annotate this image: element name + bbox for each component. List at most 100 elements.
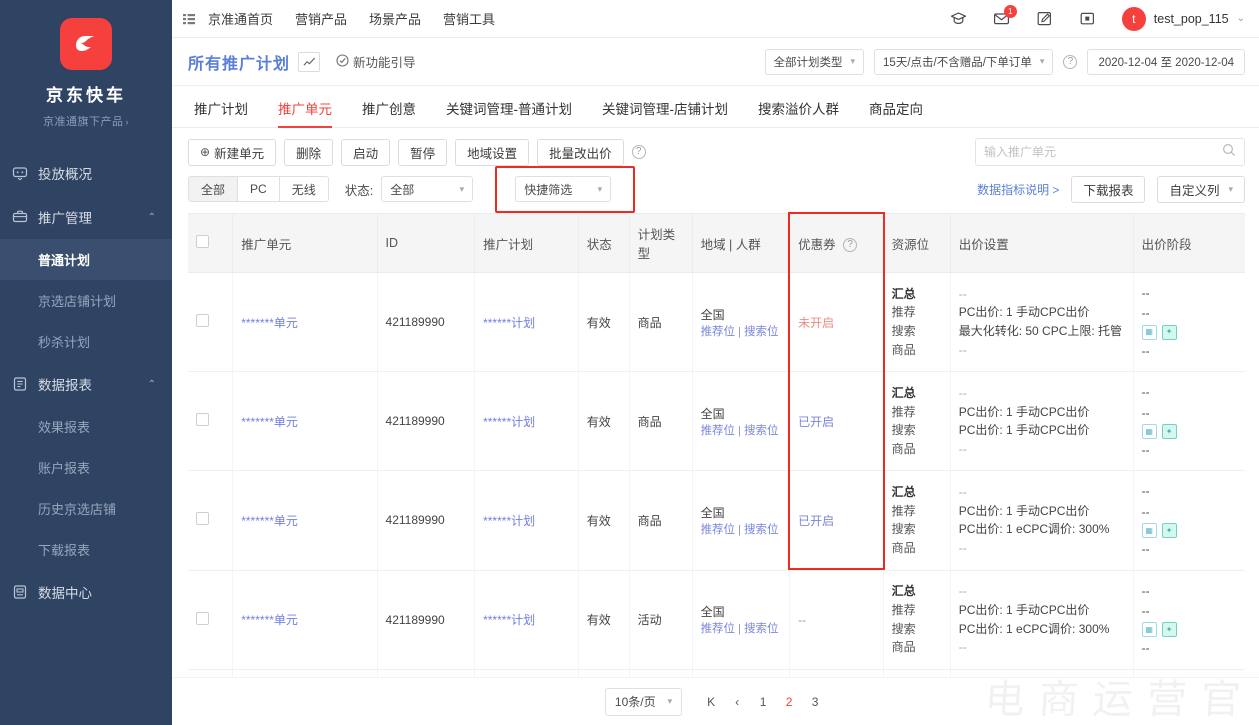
- bid-recommend[interactable]: PC出价: 1 手动CPC出价: [959, 303, 1125, 322]
- board-icon[interactable]: [1079, 10, 1096, 27]
- batch-bid-button[interactable]: 批量改出价: [537, 138, 624, 166]
- row-checkbox[interactable]: [196, 512, 209, 526]
- unit-link[interactable]: *******单元: [241, 613, 298, 627]
- region-search-link[interactable]: 搜索位: [744, 425, 779, 437]
- sidebar-item-effect-report[interactable]: 效果报表: [0, 406, 172, 447]
- segment-wireless[interactable]: 无线: [279, 176, 329, 202]
- tab-promotion-unit[interactable]: 推广单元: [278, 98, 332, 128]
- new-unit-button[interactable]: ⊕ 新建单元: [188, 138, 277, 166]
- bid-search[interactable]: PC出价: 1 eCPC调价: 300%: [959, 620, 1125, 639]
- status-filter-select[interactable]: 全部 ▾: [381, 176, 474, 202]
- coupon-status[interactable]: 已开启: [798, 415, 834, 429]
- sidebar-item-promotion-management[interactable]: 推广管理 ⌃: [0, 195, 172, 239]
- refresh-mini-icon[interactable]: ✦: [1161, 622, 1177, 638]
- coupon-status[interactable]: 未开启: [798, 316, 834, 330]
- graduation-cap-icon[interactable]: [950, 10, 967, 27]
- region-settings-button[interactable]: 地域设置: [455, 138, 530, 166]
- page-button-2[interactable]: 2: [778, 690, 800, 714]
- first-page-button[interactable]: K: [700, 690, 722, 714]
- plan-link[interactable]: ******计划: [483, 514, 535, 528]
- region-recommend-link[interactable]: 推荐位: [701, 425, 736, 437]
- search-unit-box[interactable]: [975, 138, 1245, 166]
- bid-search[interactable]: PC出价: 1 手动CPC出价: [959, 421, 1125, 440]
- pause-mini-icon[interactable]: ▦: [1141, 324, 1157, 340]
- list-menu-icon[interactable]: [182, 12, 196, 26]
- question-mark-icon[interactable]: ?: [1063, 54, 1078, 69]
- search-input[interactable]: [984, 145, 1222, 159]
- page-button-1[interactable]: 1: [752, 690, 774, 714]
- plan-link[interactable]: ******计划: [483, 613, 535, 627]
- sidebar-item-jingxuan-shop-plan[interactable]: 京选店铺计划: [0, 280, 172, 321]
- unit-link[interactable]: *******单元: [241, 514, 298, 528]
- segment-all[interactable]: 全部: [188, 176, 239, 202]
- start-button[interactable]: 启动: [341, 138, 391, 166]
- bid-recommend[interactable]: PC出价: 1 手动CPC出价: [959, 601, 1125, 620]
- pause-mini-icon[interactable]: ▦: [1141, 523, 1157, 539]
- tab-search-premium-audience[interactable]: 搜索溢价人群: [758, 98, 839, 127]
- region-search-link[interactable]: 搜索位: [744, 326, 779, 338]
- region-recommend-link[interactable]: 推荐位: [701, 623, 736, 635]
- top-nav-item-home[interactable]: 京准通首页: [208, 9, 273, 28]
- tab-promotion-plan[interactable]: 推广计划: [194, 98, 248, 127]
- download-report-button[interactable]: 下载报表: [1071, 175, 1146, 203]
- region-search-link[interactable]: 搜索位: [744, 623, 779, 635]
- refresh-mini-icon[interactable]: ✦: [1161, 523, 1177, 539]
- row-checkbox[interactable]: [196, 611, 209, 625]
- top-nav-item-scenario-products[interactable]: 场景产品: [369, 9, 421, 28]
- pause-mini-icon[interactable]: ▦: [1141, 423, 1157, 439]
- bid-recommend[interactable]: PC出价: 1 手动CPC出价: [959, 403, 1125, 422]
- plan-type-select[interactable]: 全部计划类型 ▾: [764, 48, 865, 75]
- top-nav-item-marketing-products[interactable]: 营销产品: [295, 9, 347, 28]
- tab-keyword-shop-plan[interactable]: 关键词管理-店铺计划: [602, 98, 728, 127]
- sidebar-item-account-report[interactable]: 账户报表: [0, 447, 172, 488]
- row-checkbox[interactable]: [196, 314, 209, 328]
- sidebar-item-data-reports[interactable]: 数据报表 ⌃: [0, 362, 172, 406]
- page-button-3[interactable]: 3: [804, 690, 826, 714]
- line-chart-icon[interactable]: [298, 51, 321, 72]
- prev-page-button[interactable]: ‹: [726, 690, 748, 714]
- unit-link[interactable]: *******单元: [241, 316, 298, 330]
- refresh-mini-icon[interactable]: ✦: [1161, 324, 1177, 340]
- sidebar-item-flash-sale-plan[interactable]: 秒杀计划: [0, 321, 172, 362]
- bid-recommend[interactable]: PC出价: 1 手动CPC出价: [959, 502, 1125, 521]
- refresh-mini-icon[interactable]: ✦: [1161, 423, 1177, 439]
- region-search-link[interactable]: 搜索位: [744, 524, 779, 536]
- metric-doc-link[interactable]: 数据指标说明 >: [977, 181, 1059, 198]
- custom-columns-button[interactable]: 自定义列 ▾: [1157, 175, 1245, 203]
- sidebar-item-download-report[interactable]: 下载报表: [0, 529, 172, 570]
- sidebar-item-data-center[interactable]: 数据中心: [0, 570, 172, 614]
- region-recommend-link[interactable]: 推荐位: [701, 524, 736, 536]
- question-mark-icon[interactable]: ?: [843, 238, 858, 253]
- date-range-picker[interactable]: 2020-12-04 至 2020-12-04: [1087, 48, 1245, 75]
- coupon-status[interactable]: 已开启: [798, 514, 834, 528]
- sidebar-item-normal-plan[interactable]: 普通计划: [0, 239, 172, 280]
- user-menu[interactable]: t test_pop_115 ⌄: [1121, 6, 1245, 31]
- region-recommend-link[interactable]: 推荐位: [701, 326, 736, 338]
- unit-link[interactable]: *******单元: [241, 415, 298, 429]
- sidebar-item-overview[interactable]: 投放概况: [0, 151, 172, 195]
- phase-recommend: --: [1141, 504, 1150, 519]
- new-feature-guide[interactable]: 新功能引导: [336, 52, 416, 71]
- page-size-select[interactable]: 10条/页 ▾: [604, 687, 683, 716]
- tab-product-targeting[interactable]: 商品定向: [869, 98, 923, 127]
- sidebar-item-history-jingxuan-shop[interactable]: 历史京选店铺: [0, 488, 172, 529]
- row-checkbox[interactable]: [196, 413, 209, 427]
- select-all-checkbox[interactable]: [196, 235, 209, 248]
- top-nav-item-marketing-tools[interactable]: 营销工具: [443, 9, 495, 28]
- plan-link[interactable]: ******计划: [483, 316, 535, 330]
- question-mark-icon[interactable]: ?: [631, 145, 646, 159]
- bid-search[interactable]: PC出价: 1 eCPC调价: 300%: [959, 520, 1125, 539]
- mail-icon[interactable]: 1: [993, 5, 1017, 27]
- delete-button[interactable]: 删除: [284, 138, 334, 166]
- plan-link[interactable]: ******计划: [483, 415, 535, 429]
- tab-keyword-normal-plan[interactable]: 关键词管理-普通计划: [446, 98, 572, 127]
- compose-icon[interactable]: [1036, 10, 1053, 27]
- tab-promotion-creative[interactable]: 推广创意: [362, 98, 416, 127]
- bid-search[interactable]: 最大化转化: 50 CPC上限: 托管: [959, 322, 1125, 341]
- search-icon[interactable]: [1222, 143, 1236, 162]
- segment-pc[interactable]: PC: [238, 176, 280, 202]
- pause-mini-icon[interactable]: ▦: [1141, 622, 1157, 638]
- quick-filter-select[interactable]: 快捷筛选 ▾: [515, 176, 612, 202]
- metric-select[interactable]: 15天/点击/不含赠品/下单订单 ▾: [874, 48, 1054, 75]
- pause-button[interactable]: 暂停: [398, 138, 448, 166]
